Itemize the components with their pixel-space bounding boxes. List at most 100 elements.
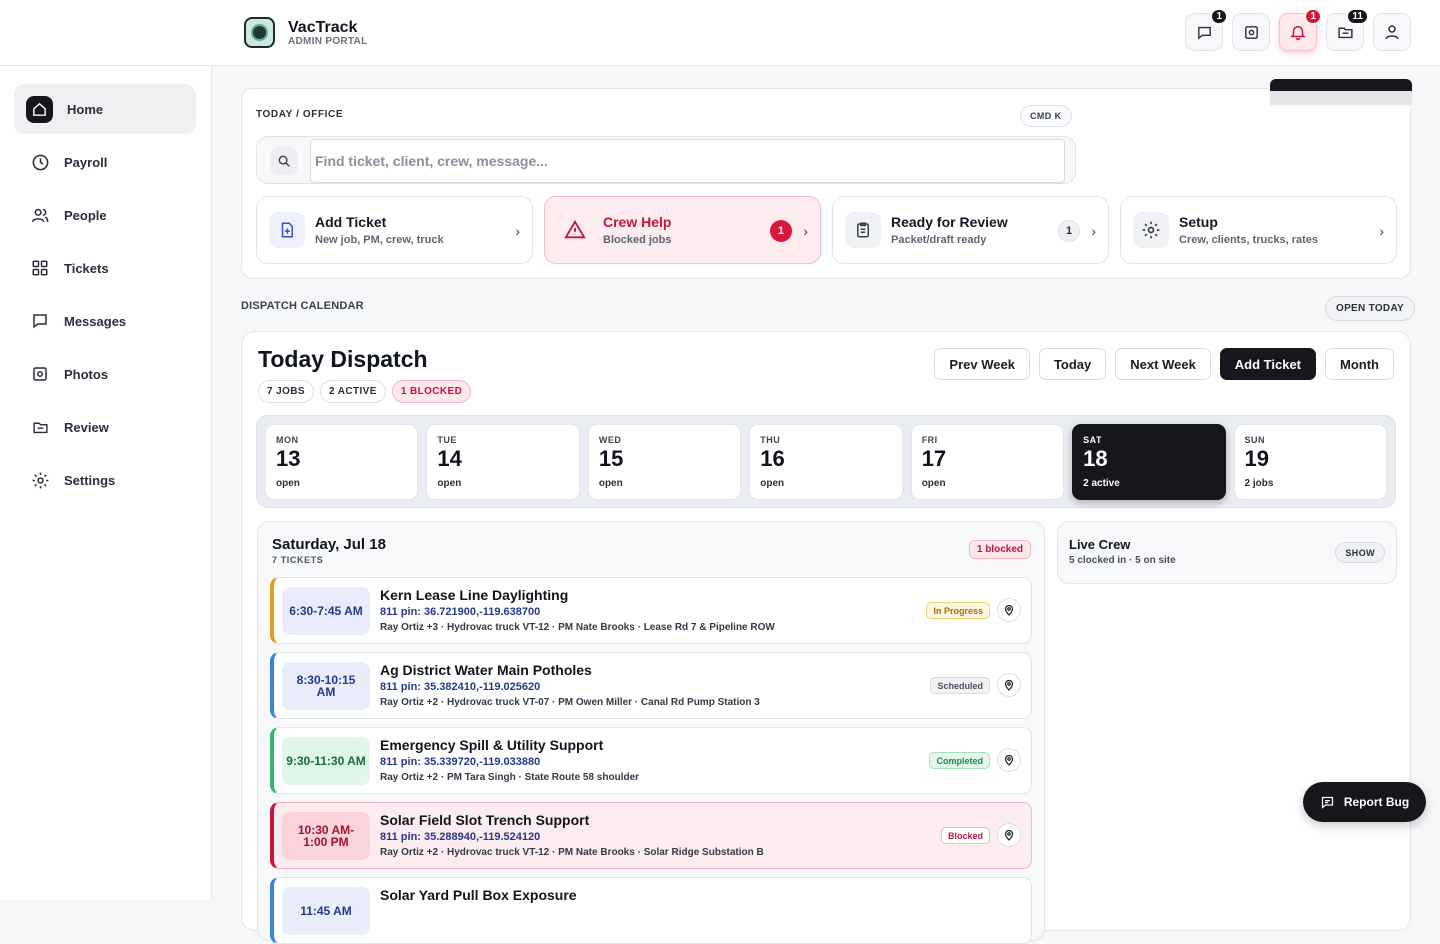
blocked-badge: 1 blocked xyxy=(968,540,1031,559)
day-mon[interactable]: MON 13 open xyxy=(265,424,419,500)
clock-icon xyxy=(30,152,50,172)
sidebar-item-label: People xyxy=(64,207,107,223)
day-status: open xyxy=(437,478,462,489)
calendar-actions: Prev Week Today Next Week Add Ticket Mon… xyxy=(934,348,1394,380)
sidebar-item-payroll[interactable]: Payroll xyxy=(14,137,196,187)
user-icon xyxy=(1385,25,1399,40)
map-pin-button[interactable] xyxy=(997,598,1021,622)
map-pin-icon xyxy=(1004,604,1014,616)
action-subtitle: Packet/draft ready xyxy=(891,234,987,246)
action-title: Setup xyxy=(1179,214,1218,230)
day-title: Saturday, Jul 18 xyxy=(272,536,386,553)
chevron-right-icon: › xyxy=(1379,223,1384,239)
status-badge: Completed xyxy=(929,752,990,769)
map-pin-button[interactable] xyxy=(997,823,1021,847)
breadcrumb: TODAY / OFFICE xyxy=(256,109,344,120)
map-pin-icon xyxy=(1004,679,1014,691)
setup-action[interactable]: Setup Crew, clients, trucks, rates › xyxy=(1120,196,1397,264)
action-title: Add Ticket xyxy=(315,214,387,230)
ticket-time: 11:45 AM xyxy=(282,887,370,935)
sidebar-item-label: Photos xyxy=(64,366,109,382)
day-number: 18 xyxy=(1083,446,1108,471)
bell-icon xyxy=(1290,26,1306,41)
messages-button[interactable]: 1 xyxy=(1185,8,1228,51)
add-file-icon xyxy=(269,212,305,248)
header-tab-overlay xyxy=(1270,91,1412,107)
ticket-pin: 811 pin: 35.382410,-119.025620 xyxy=(380,681,541,693)
ticket-card[interactable]: 6:30-7:45 AM Kern Lease Line Daylighting… xyxy=(270,577,1032,644)
day-name: SAT xyxy=(1083,435,1102,445)
ticket-card[interactable]: 8:30-10:15 AM Ag District Water Main Pot… xyxy=(270,652,1032,719)
day-status: open xyxy=(760,478,785,489)
day-fri[interactable]: FRI 17 open xyxy=(910,424,1065,500)
blocked-chip: 1 BLOCKED xyxy=(391,380,472,403)
day-number: 14 xyxy=(437,446,462,471)
message-icon xyxy=(30,311,50,331)
day-sun[interactable]: SUN 19 2 jobs xyxy=(1233,424,1387,500)
review-button[interactable]: 11 xyxy=(1326,8,1369,51)
day-tue[interactable]: TUE 14 open xyxy=(426,424,580,500)
day-thu[interactable]: THU 16 open xyxy=(749,424,903,500)
month-button[interactable]: Month xyxy=(1325,348,1394,380)
day-status: open xyxy=(921,478,946,489)
day-status: open xyxy=(276,478,300,489)
quick-actions: Add Ticket New job, PM, crew, truck › Cre… xyxy=(256,196,1397,264)
sidebar-item-tickets[interactable]: Tickets xyxy=(14,243,196,293)
photo-icon xyxy=(30,364,50,384)
ticket-card[interactable]: 10:30 AM-1:00 PM Solar Field Slot Trench… xyxy=(270,802,1032,869)
ticket-pin: 811 pin: 36.721900,-119.638700 xyxy=(380,606,541,618)
day-name: THU xyxy=(760,435,781,445)
notifications-button[interactable]: 1 xyxy=(1279,8,1322,51)
show-button[interactable]: SHOW xyxy=(1335,542,1385,563)
today-button[interactable]: Today xyxy=(1038,348,1107,380)
sidebar-item-photos[interactable]: Photos xyxy=(14,349,196,399)
day-number: 13 xyxy=(276,446,301,471)
app-logo-icon xyxy=(244,17,275,48)
ticket-card[interactable]: 9:30-11:30 AM Emergency Spill & Utility … xyxy=(270,727,1032,794)
sidebar-item-people[interactable]: People xyxy=(14,190,196,240)
grid-icon xyxy=(30,258,50,278)
ticket-card[interactable]: 11:45 AM Solar Yard Pull Box Exposure xyxy=(270,877,1032,944)
day-wed[interactable]: WED 15 open xyxy=(587,424,742,500)
day-sat[interactable]: SAT 18 2 active xyxy=(1072,424,1226,500)
next-week-button[interactable]: Next Week xyxy=(1115,348,1211,380)
brand[interactable]: VacTrack ADMIN PORTAL xyxy=(244,17,368,48)
command-shortcut[interactable]: CMD K xyxy=(1020,105,1072,127)
live-crew-summary: 5 clocked in · 5 on site xyxy=(1069,555,1176,566)
search-icon xyxy=(270,147,298,175)
status-badge: Scheduled xyxy=(930,677,990,694)
sidebar-item-review[interactable]: Review xyxy=(14,402,196,452)
gear-icon xyxy=(30,470,50,490)
header-actions: 1 1 11 xyxy=(1185,8,1411,51)
prev-week-button[interactable]: Prev Week xyxy=(934,348,1030,380)
map-pin-button[interactable] xyxy=(997,748,1021,772)
open-today-button[interactable]: OPEN TODAY xyxy=(1325,296,1416,321)
sidebar: Home Payroll People Tickets Messages Pho… xyxy=(0,66,212,900)
day-status: 2 jobs xyxy=(1244,478,1274,489)
ticket-count: 7 TICKETS xyxy=(272,555,324,565)
week-strip: MON 13 open TUE 14 open WED 15 open THU 16 open … xyxy=(256,415,1396,508)
day-status: 2 active xyxy=(1083,478,1120,489)
sidebar-item-label: Tickets xyxy=(64,260,109,276)
add-ticket-action[interactable]: Add Ticket New job, PM, crew, truck › xyxy=(256,196,533,264)
sidebar-item-messages[interactable]: Messages xyxy=(14,296,196,346)
crew-help-action[interactable]: Crew Help Blocked jobs 1 › xyxy=(544,196,821,264)
report-bug-button[interactable]: Report Bug xyxy=(1303,782,1426,822)
ticket-title: Solar Yard Pull Box Exposure xyxy=(380,887,577,903)
count-badge: 1 xyxy=(1058,220,1080,242)
action-subtitle: New job, PM, crew, truck xyxy=(315,234,444,246)
review-folder-icon xyxy=(1337,27,1353,38)
day-name: WED xyxy=(598,435,622,445)
add-ticket-button[interactable]: Add Ticket xyxy=(1219,348,1317,380)
report-bug-label: Report Bug xyxy=(1343,795,1410,809)
notifications-badge: 1 xyxy=(1304,8,1322,25)
ready-for-review-action[interactable]: Ready for Review Packet/draft ready 1 › xyxy=(832,196,1109,264)
sidebar-item-home[interactable]: Home xyxy=(14,84,196,134)
action-title: Ready for Review xyxy=(891,214,1008,230)
photos-button[interactable] xyxy=(1232,13,1270,51)
map-pin-button[interactable] xyxy=(997,673,1021,697)
profile-button[interactable] xyxy=(1373,13,1411,51)
sidebar-item-settings[interactable]: Settings xyxy=(14,455,196,505)
search-input[interactable] xyxy=(310,139,1065,183)
review-badge: 11 xyxy=(1346,8,1369,25)
